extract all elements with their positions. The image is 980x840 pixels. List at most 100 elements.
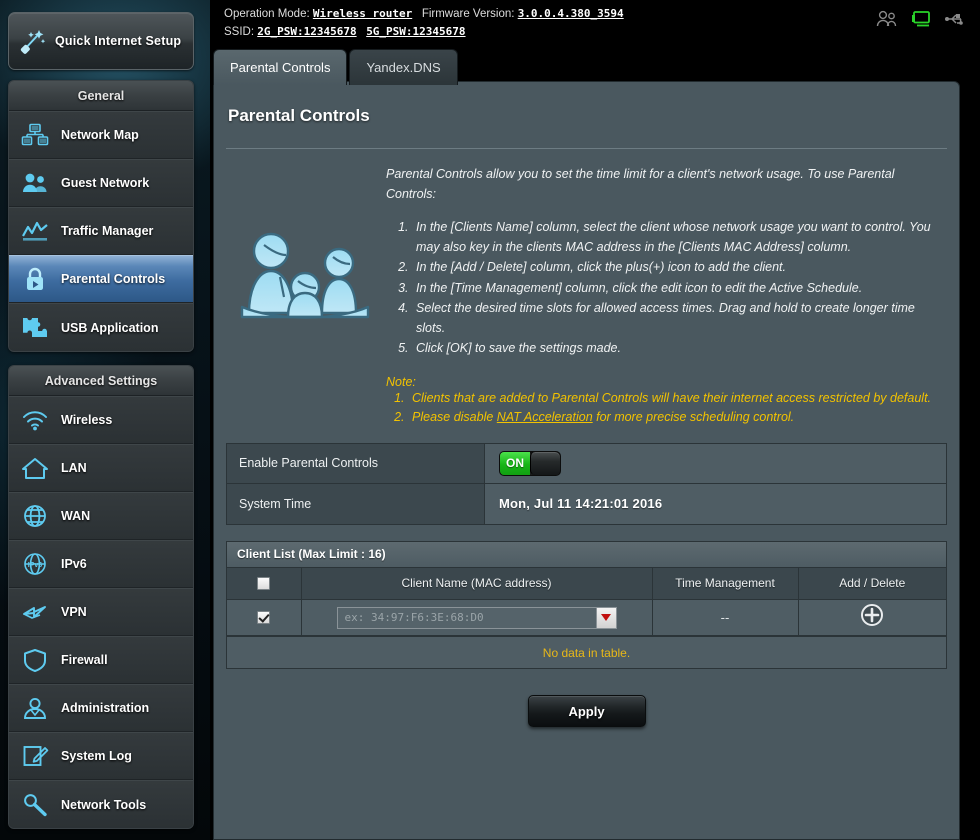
sidebar-item-usb-application[interactable]: USB Application <box>9 303 193 351</box>
note-block: Note: Clients that are added to Parental… <box>386 375 935 427</box>
guest-network-icon <box>9 171 61 195</box>
sidebar-item-parental-controls[interactable]: Parental Controls <box>9 255 193 303</box>
magic-wand-icon <box>9 26 55 56</box>
vpn-icon <box>9 600 61 624</box>
row-select-cell <box>227 599 302 636</box>
sidebar-item-label: System Log <box>61 749 132 763</box>
intro-section: Parental Controls allow you to set the t… <box>214 149 959 427</box>
system-time-label: System Time <box>227 483 485 524</box>
firmware-value[interactable]: 3.0.0.4.380_3594 <box>518 7 624 20</box>
step-item: In the [Time Management] column, click t… <box>412 279 935 299</box>
empty-table-message: No data in table. <box>227 636 946 668</box>
operation-mode-value[interactable]: Wireless router <box>313 7 412 20</box>
apply-button[interactable]: Apply <box>527 695 646 727</box>
steps-list: In the [Clients Name] column, select the… <box>412 218 935 359</box>
operation-mode-label: Operation Mode: <box>224 8 310 20</box>
sidebar-item-traffic-manager[interactable]: Traffic Manager <box>9 207 193 255</box>
note-item: Clients that are added to Parental Contr… <box>408 389 935 408</box>
sidebar-item-label: IPv6 <box>61 557 87 571</box>
row-add-delete-cell <box>798 599 946 636</box>
sidebar-item-network-map[interactable]: Network Map <box>9 111 193 159</box>
network-tools-icon <box>9 793 61 817</box>
toggle-on-label: ON <box>500 451 530 475</box>
sidebar-item-guest-network[interactable]: Guest Network <box>9 159 193 207</box>
family-icon <box>226 165 386 427</box>
system-time-value-cell: Mon, Jul 11 14:21:01 2016 <box>485 483 946 524</box>
client-mac-input[interactable] <box>337 607 596 628</box>
sidebar: Quick Internet Setup General Network Map… <box>0 0 210 840</box>
lan-home-icon <box>9 456 61 480</box>
toggle-knob <box>530 451 560 475</box>
ssid-2g-value[interactable]: 2G_PSW:12345678 <box>257 25 356 38</box>
tab-parental-controls[interactable]: Parental Controls <box>213 49 348 85</box>
sidebar-item-label: USB Application <box>61 320 159 335</box>
svg-text:IPv6: IPv6 <box>28 562 43 569</box>
intro-paragraph: Parental Controls allow you to set the t… <box>386 167 895 201</box>
settings-section: Enable Parental Controls ON System Time … <box>226 442 947 525</box>
sidebar-item-ipv6[interactable]: IPv6 IPv6 <box>9 540 193 588</box>
step-item: In the [Add / Delete] column, click the … <box>412 258 935 278</box>
sidebar-item-vpn[interactable]: VPN <box>9 588 193 636</box>
sidebar-item-label: Network Tools <box>61 797 147 812</box>
table-row: -- <box>227 599 946 636</box>
main-panel: Parental Controls Parental Controls allo… <box>213 81 960 840</box>
sidebar-item-label: Network Map <box>61 128 139 142</box>
select-all-checkbox[interactable] <box>257 577 271 591</box>
nat-acceleration-link[interactable]: NAT Acceleration <box>497 410 593 424</box>
note-2-post: for more precise scheduling control. <box>592 409 795 424</box>
sidebar-item-system-log[interactable]: System Log <box>9 732 193 780</box>
sidebar-item-label: Traffic Manager <box>61 224 154 238</box>
note-2-pre: Please disable <box>412 409 497 424</box>
ssid-label: SSID: <box>224 26 255 38</box>
enable-parental-controls-toggle[interactable]: ON <box>499 450 561 476</box>
intro-text: Parental Controls allow you to set the t… <box>386 165 947 427</box>
operation-mode-line: Operation Mode: Wireless router Firmware… <box>224 5 624 23</box>
sidebar-item-label: Administration <box>61 701 150 715</box>
sidebar-group-advanced: Advanced Settings Wireless LAN WAN IPv6 … <box>8 365 194 829</box>
enable-parental-controls-value: ON <box>485 443 946 483</box>
dropdown-triangle-icon[interactable] <box>595 607 616 628</box>
sidebar-item-wireless[interactable]: Wireless <box>9 396 193 444</box>
network-map-icon <box>9 123 61 147</box>
sidebar-group-title-general: General <box>9 81 193 111</box>
client-list-table: Client Name (MAC address) Time Managemen… <box>227 567 946 636</box>
wireless-icon <box>9 408 61 432</box>
sidebar-item-label: Wireless <box>61 413 113 427</box>
users-icon[interactable] <box>876 10 898 33</box>
sidebar-item-label: LAN <box>61 461 87 475</box>
page-title: Parental Controls <box>228 106 370 125</box>
sidebar-item-wan[interactable]: WAN <box>9 492 193 540</box>
tab-yandex-dns[interactable]: Yandex.DNS <box>349 49 458 85</box>
client-list-caption: Client List (Max Limit : 16) <box>227 541 946 568</box>
enable-parental-controls-label: Enable Parental Controls <box>227 443 485 483</box>
ssid-5g-value[interactable]: 5G_PSW:12345678 <box>366 25 465 38</box>
sidebar-item-label: VPN <box>61 605 87 619</box>
connected-client-icon[interactable] <box>910 10 932 33</box>
ssid-line: SSID: 2G_PSW:12345678 5G_PSW:12345678 <box>224 23 624 41</box>
table-header-select-all <box>227 567 302 600</box>
sidebar-item-firewall[interactable]: Firewall <box>9 636 193 684</box>
system-time-value: Mon, Jul 11 14:21:01 2016 <box>499 496 663 511</box>
firewall-shield-icon <box>9 648 61 672</box>
row-client-name-cell <box>301 599 653 636</box>
sidebar-item-label: Parental Controls <box>61 272 166 286</box>
row-checkbox[interactable] <box>257 610 271 624</box>
traffic-manager-icon <box>9 219 61 243</box>
sidebar-item-lan[interactable]: LAN <box>9 444 193 492</box>
note-item: Please disable NAT Acceleration for more… <box>408 408 935 427</box>
table-header-row: Client Name (MAC address) Time Managemen… <box>227 567 946 600</box>
sidebar-item-network-tools[interactable]: Network Tools <box>9 780 193 828</box>
system-log-icon <box>9 744 61 768</box>
client-list-section: Client List (Max Limit : 16) Client Name… <box>226 540 947 669</box>
usb-icon[interactable] <box>944 10 966 33</box>
wan-globe-icon <box>9 504 61 528</box>
sidebar-group-title-advanced: Advanced Settings <box>9 366 193 396</box>
sidebar-item-administration[interactable]: Administration <box>9 684 193 732</box>
tab-bar: Parental Controls Yandex.DNS <box>213 45 460 85</box>
plus-circle-icon[interactable] <box>860 603 884 627</box>
step-item: In the [Clients Name] column, select the… <box>412 218 935 257</box>
firmware-label: Firmware Version: <box>421 8 515 20</box>
quick-internet-setup-button[interactable]: Quick Internet Setup <box>8 12 194 70</box>
client-mac-input-group <box>336 606 617 629</box>
step-item: Click [OK] to save the settings made. <box>412 339 935 359</box>
